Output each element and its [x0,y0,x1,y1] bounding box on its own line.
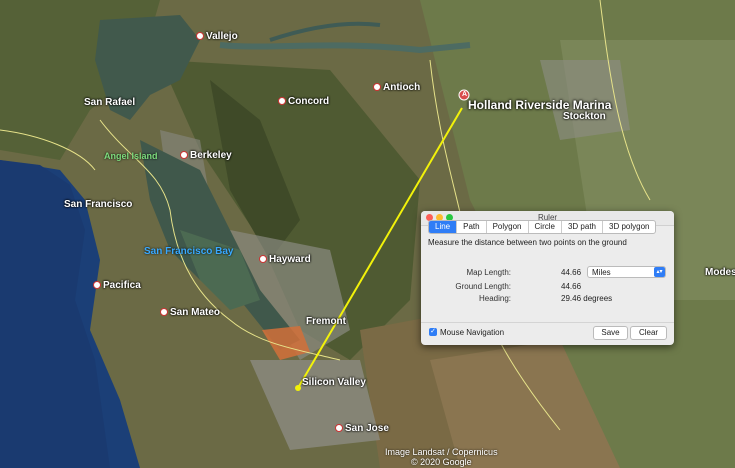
place-label: San Francisco [64,199,133,210]
map-credits: Image Landsat / Copernicus © 2020 Google [385,447,498,467]
unit-select[interactable]: Miles ▴▾ [587,266,666,278]
place-label: Modes [705,267,735,278]
map-length-label: Map Length: [466,268,511,277]
ground-length-label: Ground Length: [455,282,511,291]
heading-value: 29.46 degrees [561,294,613,303]
place-label: Berkeley [180,150,232,161]
ruler-tabs: Line Path Polygon Circle 3D path 3D poly… [428,220,657,234]
bay-label: San Francisco Bay [144,246,234,257]
clear-button[interactable]: Clear [630,326,667,340]
mouse-navigation-label[interactable]: Mouse Navigation [440,328,504,337]
place-label: San Rafael [84,97,136,108]
ground-length-value: 44.66 [561,282,582,291]
tab-3d-path[interactable]: 3D path [562,221,603,233]
place-label: San Jose [335,423,389,434]
divider [421,322,674,323]
save-button[interactable]: Save [593,326,628,340]
place-label: San Mateo [160,307,220,318]
place-label: Stockton [563,111,606,122]
tab-circle[interactable]: Circle [529,221,562,233]
place-label: Vallejo [196,31,238,42]
map-length-value: 44.66 [561,268,582,277]
tab-polygon[interactable]: Polygon [487,221,529,233]
unit-select-value: Miles [592,268,611,277]
marker-pin-icon[interactable]: A [460,90,469,99]
heading-label: Heading: [478,294,511,303]
place-label: Pacifica [93,280,141,291]
chevron-updown-icon: ▴▾ [654,267,665,277]
tab-3d-polygon[interactable]: 3D polygon [603,221,655,233]
credits-copyright: © 2020 Google [410,457,472,467]
credits-imagery: Image Landsat / Copernicus [385,447,498,457]
island-label: Angel Island [104,151,158,161]
place-label: Antioch [373,82,420,93]
place-label: Hayward [259,254,311,265]
marker-label[interactable]: Holland Riverside Marina [468,98,611,112]
place-label: Fremont [306,316,346,327]
tab-line[interactable]: Line [429,221,458,233]
place-label: Silicon Valley [302,377,366,388]
ruler-dialog: Ruler Line Path Polygon Circle 3D path 3… [421,211,674,345]
mouse-navigation-checkbox[interactable]: ✓ [429,328,437,336]
ruler-description: Measure the distance between two points … [428,238,627,247]
place-label: Concord [278,96,329,107]
tab-path[interactable]: Path [457,221,487,233]
